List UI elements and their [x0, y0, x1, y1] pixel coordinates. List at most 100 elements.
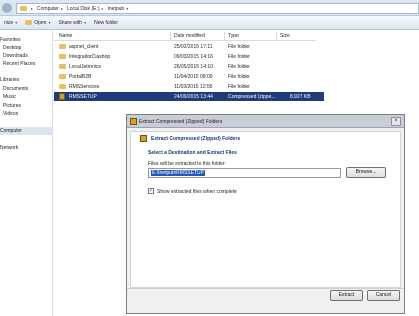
- file-row[interactable]: IntegradorCiashop 09/03/2015 14:16 File …: [54, 52, 324, 61]
- chevron-right-icon: ▸: [60, 6, 63, 11]
- nav-label: Music: [3, 94, 17, 100]
- file-date: 26/05/2015 14:10: [174, 64, 213, 70]
- file-row[interactable]: aspnet_client 25/02/2015 17:11 File fold…: [54, 42, 324, 51]
- nav-network[interactable]: Network: [0, 144, 18, 152]
- file-type: File folder: [228, 64, 250, 70]
- file-name: PortalB2B: [69, 74, 92, 80]
- file-name: LocalJetronics: [69, 64, 101, 70]
- zip-folder-icon: [59, 93, 65, 100]
- nav-label: Computer: [0, 128, 22, 134]
- new-folder-label: New folder: [94, 19, 118, 26]
- nav-downloads[interactable]: Downloads: [3, 52, 28, 60]
- file-date: 25/02/2015 17:11: [174, 44, 213, 50]
- nav-pictures[interactable]: Pictures: [3, 102, 21, 110]
- nav-documents[interactable]: Documents: [3, 85, 28, 93]
- cancel-button[interactable]: Cancel: [367, 290, 400, 301]
- column-header-name[interactable]: Name: [59, 32, 72, 40]
- dialog-titlebar[interactable]: Extract Compressed (Zipped) Folders ×: [127, 115, 404, 128]
- destination-label: Files will be extracted to this folder:: [148, 161, 226, 167]
- destination-path-text: E:\Inetpub\RMSSETUP: [151, 170, 205, 176]
- file-type: File folder: [228, 74, 250, 80]
- breadcrumb-inetpub[interactable]: Inetpub ▾: [108, 6, 129, 12]
- folder-icon: [59, 84, 66, 89]
- browse-button[interactable]: Browse...: [346, 167, 386, 178]
- file-date: 11/04/2015 08:09: [174, 74, 213, 80]
- open-icon: [25, 20, 33, 25]
- nav-music[interactable]: Music: [3, 93, 16, 101]
- show-files-label: Show extracted files when complete: [157, 189, 237, 195]
- column-header-type[interactable]: Type: [228, 32, 239, 40]
- dialog-subheading: Select a Destination and Extract Files: [148, 150, 237, 156]
- nav-desktop[interactable]: Desktop: [3, 44, 21, 52]
- dialog-window-title: Extract Compressed (Zipped) Folders: [139, 119, 223, 125]
- chevron-down-icon: ▾: [84, 20, 87, 25]
- nav-label: Network: [0, 145, 19, 151]
- share-with-label: Share with: [58, 19, 83, 26]
- file-name: aspnet_client: [69, 44, 99, 50]
- nav-label: Favorites: [0, 37, 21, 43]
- nav-recent-places[interactable]: Recent Places: [3, 60, 35, 68]
- column-divider[interactable]: [276, 32, 277, 40]
- file-row[interactable]: RMSServices 11/03/2015 12:55 File folder: [54, 82, 324, 91]
- breadcrumb-computer[interactable]: Computer ▸: [37, 6, 63, 12]
- file-type: File folder: [228, 84, 250, 90]
- column-header-date[interactable]: Date modified: [174, 32, 205, 40]
- organize-label: nize: [4, 19, 14, 26]
- nav-label: Downloads: [3, 53, 28, 59]
- file-type: File folder: [228, 54, 250, 60]
- column-divider[interactable]: [170, 32, 171, 40]
- share-with-button[interactable]: Share with ▾: [58, 20, 86, 26]
- column-label: Name: [59, 33, 73, 39]
- breadcrumb-label: Computer: [37, 5, 59, 12]
- file-type: File folder: [228, 44, 250, 50]
- back-icon[interactable]: [2, 3, 12, 13]
- nav-libraries[interactable]: Libraries: [0, 76, 19, 84]
- file-date: 24/09/2015 13:44: [174, 94, 213, 100]
- new-folder-button[interactable]: New folder: [94, 20, 118, 26]
- column-label: Size: [280, 33, 290, 39]
- chevron-down-icon: ▾: [15, 20, 18, 25]
- extract-button[interactable]: Extract: [330, 290, 363, 301]
- file-name: RMSServices: [69, 84, 100, 90]
- chevron-down-icon: ▾: [126, 6, 129, 11]
- file-type: Compressed (zippe...: [228, 94, 276, 100]
- command-bar: nize ▾ Open ▾ Share with ▾ New folder: [0, 16, 419, 30]
- organize-button[interactable]: nize ▾: [4, 20, 17, 26]
- file-row[interactable]: LocalJetronics 26/05/2015 14:10 File fol…: [54, 62, 324, 71]
- nav-label: Pictures: [3, 103, 22, 109]
- header-divider: [54, 40, 316, 41]
- zip-folder-icon: [140, 135, 147, 142]
- breadcrumb-label: Local Disk (E:): [66, 5, 100, 12]
- open-label: Open: [34, 19, 47, 26]
- nav-label: Libraries: [0, 77, 20, 83]
- chevron-right-icon: ▸: [101, 6, 104, 11]
- breadcrumb-label: Inetpub: [107, 5, 125, 12]
- nav-label: Recent Places: [3, 61, 36, 67]
- folder-icon: [59, 64, 66, 69]
- nav-favorites[interactable]: Favorites: [0, 36, 21, 44]
- file-row-selected[interactable]: RMSSETUP 24/09/2015 13:44 Compressed (zi…: [54, 92, 324, 101]
- file-row[interactable]: PortalB2B 11/04/2015 08:09 File folder: [54, 72, 324, 81]
- nav-label: Desktop: [3, 45, 22, 51]
- column-divider[interactable]: [224, 32, 225, 40]
- open-button[interactable]: Open ▾: [25, 20, 50, 26]
- dialog-heading: Extract Compressed (Zipped) Folders: [151, 136, 241, 142]
- folder-icon: [20, 6, 27, 11]
- nav-videos[interactable]: Videos: [3, 110, 18, 118]
- nav-computer[interactable]: Computer: [0, 127, 52, 135]
- file-date: 09/03/2015 14:16: [174, 54, 213, 60]
- nav-label: Documents: [3, 86, 29, 92]
- column-label: Type: [228, 33, 239, 39]
- file-name: IntegradorCiashop: [69, 54, 111, 60]
- column-label: Date modified: [174, 33, 205, 39]
- file-date: 11/03/2015 12:55: [174, 84, 213, 90]
- address-bar[interactable]: ▸ Computer ▸ Local Disk (E:) ▸ Inetpub ▾: [16, 3, 419, 14]
- file-size: 8.927 KB: [290, 94, 311, 100]
- column-header-size[interactable]: Size: [280, 32, 290, 40]
- navigation-pane: Favorites Desktop Downloads Recent Place…: [0, 30, 53, 316]
- show-files-checkbox[interactable]: ✓: [148, 188, 154, 194]
- breadcrumb-local-disk[interactable]: Local Disk (E:) ▸: [67, 6, 104, 12]
- close-icon[interactable]: ×: [391, 117, 401, 126]
- nav-label: Videos: [3, 111, 19, 117]
- folder-icon: [59, 74, 66, 79]
